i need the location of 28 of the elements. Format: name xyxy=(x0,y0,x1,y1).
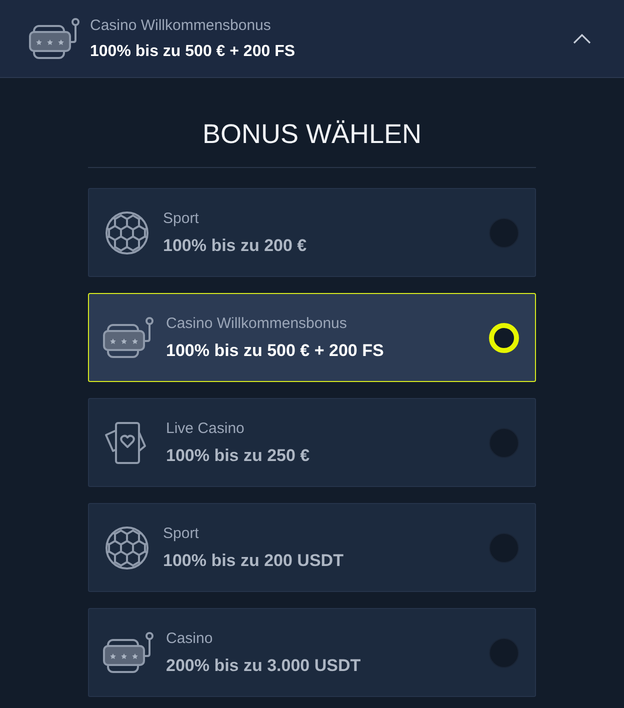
bonus-label: Sport xyxy=(163,210,200,228)
radio-button[interactable] xyxy=(489,428,519,458)
slot-machine-icon xyxy=(103,632,154,673)
radio-button[interactable] xyxy=(489,218,519,248)
slot-machine-icon xyxy=(29,18,80,59)
soccer-ball-icon xyxy=(103,210,151,254)
bonus-amount: 100% bis zu 250 € xyxy=(166,446,311,466)
bonus-label: Casino Willkommensbonus xyxy=(90,16,272,34)
slot-machine-icon xyxy=(103,317,154,358)
bonus-label: Live Casino xyxy=(166,420,246,438)
bonus-option-card[interactable]: Sport 100% bis zu 200 € xyxy=(88,188,536,277)
bonus-amount: 100% bis zu 200 USDT xyxy=(163,550,344,570)
bonus-amount: 100% bis zu 500 € + 200 FS xyxy=(166,340,385,360)
radio-button[interactable] xyxy=(489,532,519,562)
bonus-amount: 100% bis zu 200 € xyxy=(163,236,308,256)
bonus-label: Casino Willkommensbonus xyxy=(166,314,348,332)
bonus-amount: 100% bis zu 500 € + 200 FS xyxy=(90,42,296,60)
bonus-label: Casino xyxy=(166,630,214,648)
bonus-option-card[interactable]: Casino Willkommensbonus 100% bis zu 500 € + 200 FS xyxy=(88,293,536,382)
section-title: BONUS WÄHLEN xyxy=(202,118,422,150)
chevron-up-icon[interactable] xyxy=(573,34,591,44)
bonus-option-card[interactable]: Casino 200% bis zu 3.000 USDT xyxy=(88,608,536,697)
bonus-option-card[interactable]: Sport 100% bis zu 200 USDT xyxy=(88,503,536,592)
radio-button[interactable] xyxy=(489,638,519,668)
bonus-label: Sport xyxy=(163,524,200,542)
bonus-amount: 200% bis zu 3.000 USDT xyxy=(166,656,362,676)
bonus-option-card[interactable]: Live Casino 100% bis zu 250 € xyxy=(88,398,536,487)
soccer-ball-icon xyxy=(103,526,151,570)
